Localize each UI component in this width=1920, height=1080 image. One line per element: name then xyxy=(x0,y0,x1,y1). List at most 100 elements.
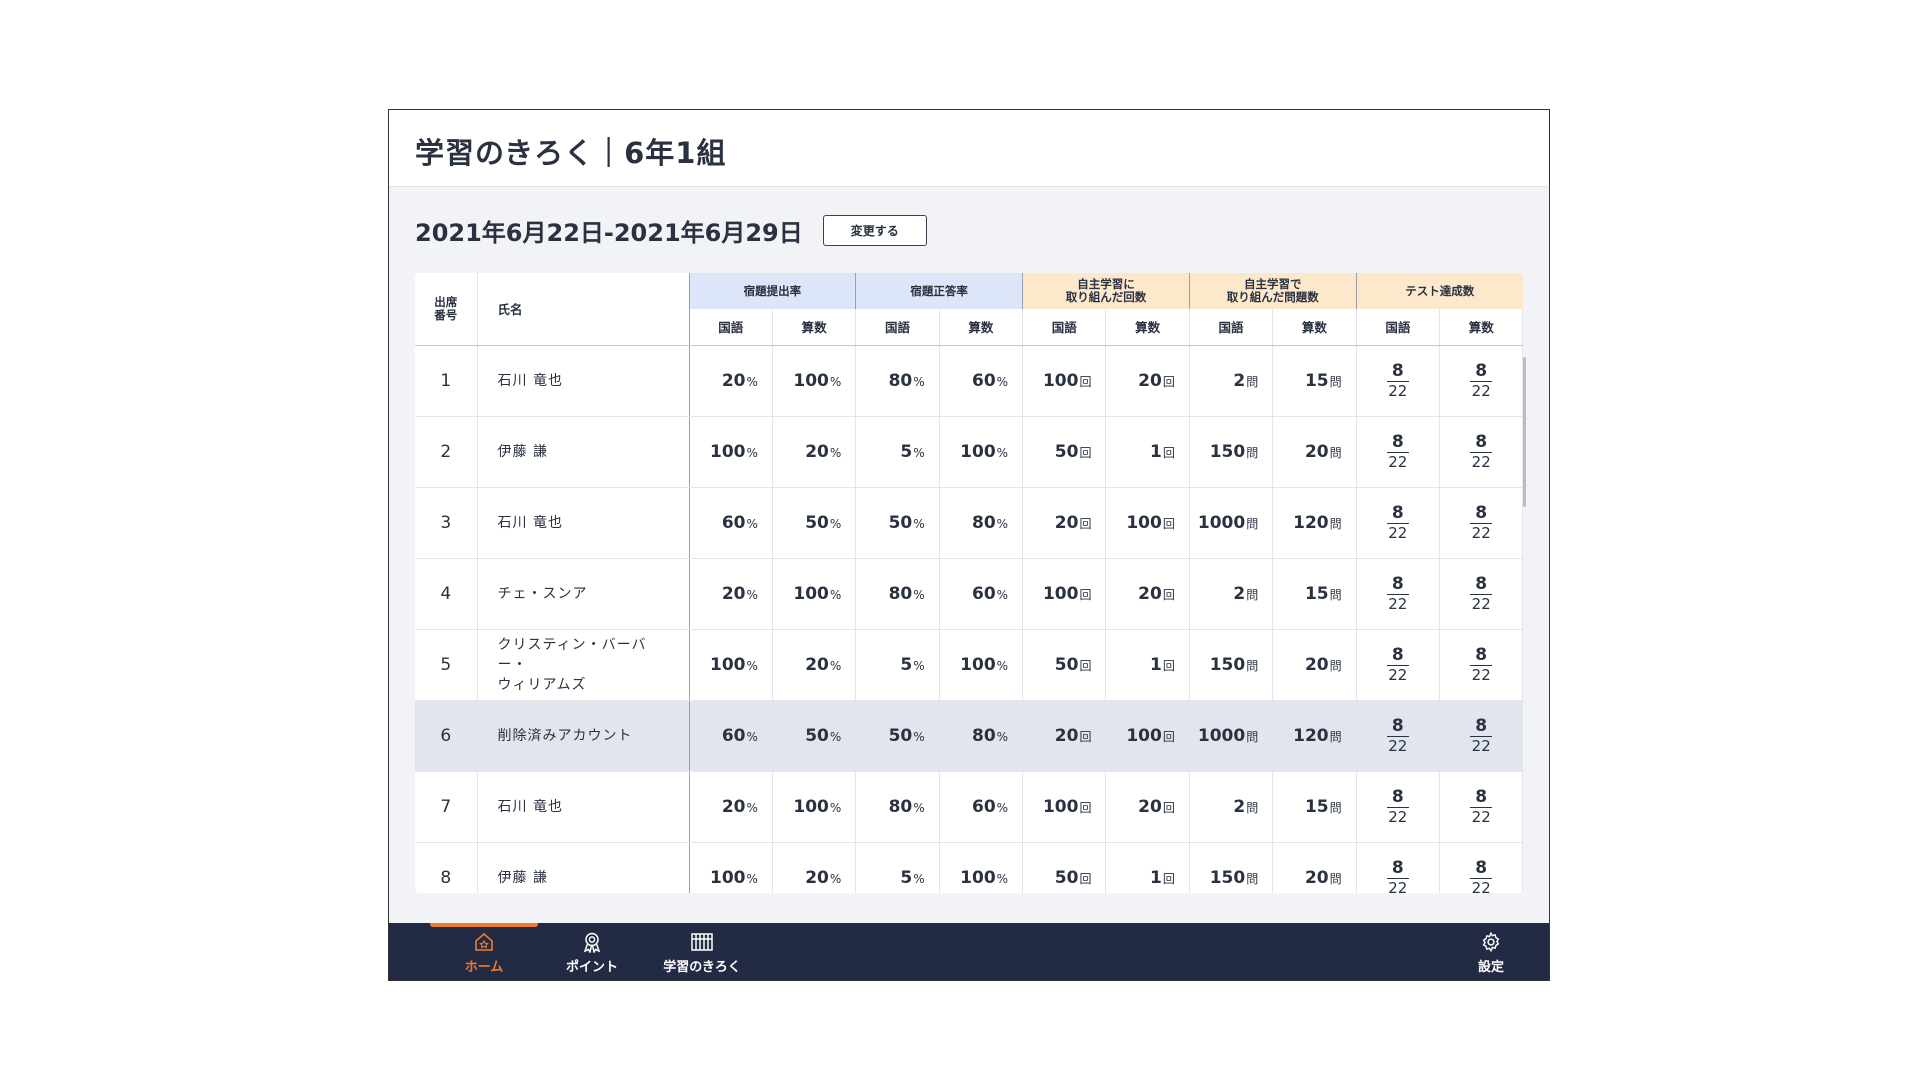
cell-unit: % xyxy=(996,587,1009,602)
table-row[interactable]: 2 伊藤 謙 100% 20% 5% 100% 50回 1回 150問 20問 8 22 8 22 xyxy=(415,416,1523,488)
cell-value: 20 xyxy=(805,654,829,675)
submission-rate-cell: 60% xyxy=(688,487,773,559)
cell-unit: % xyxy=(913,374,925,389)
cell-value: 1000 xyxy=(1197,725,1246,746)
nav-points[interactable]: ポイント xyxy=(538,923,646,980)
cell-unit: % xyxy=(996,729,1009,744)
correct-rate-cell: 80% xyxy=(855,558,940,630)
nav-settings[interactable]: 設定 xyxy=(1451,923,1531,980)
cell-value: 20 xyxy=(721,370,746,391)
cell-value: 15 xyxy=(1304,796,1329,817)
header-student-number-label: 出席 番号 xyxy=(434,294,458,322)
fraction-denominator: 22 xyxy=(1471,382,1491,401)
submission-rate-cell: 100% xyxy=(772,771,857,843)
nav-home[interactable]: ホーム xyxy=(430,923,538,980)
self-study-problems-cell: 20問 xyxy=(1272,416,1357,488)
cell-unit: 回 xyxy=(1079,729,1092,744)
correct-rate-cell: 60% xyxy=(939,771,1024,843)
student-number: 3 xyxy=(415,487,478,559)
student-name: クリスティン・バーバー・ ウィリアムズ xyxy=(477,629,690,701)
cell-value: 50 xyxy=(805,725,829,746)
test-achievement-cell: 8 22 xyxy=(1355,416,1441,488)
records-table-container[interactable]: 出席 番号 氏名 宿題提出率 宿題正答率 自主学習に 取り組んだ回数 自主学習で… xyxy=(415,273,1523,893)
nav-learning-records[interactable]: 学習のきろく xyxy=(646,923,758,980)
self-study-problems-cell: 120問 xyxy=(1272,700,1357,772)
cell-value: 60 xyxy=(721,512,746,533)
header-student-number: 出席 番号 xyxy=(415,273,478,346)
cell-value: 100 xyxy=(793,370,829,391)
table-row[interactable]: 1 石川 竜也 20% 100% 80% 60% 100回 20回 2問 15問 8 22 8 22 xyxy=(415,345,1523,417)
cell-unit: 問 xyxy=(1246,729,1259,744)
submission-rate-cell: 20% xyxy=(688,558,773,630)
fraction: 8 22 xyxy=(1386,504,1409,543)
cell-value: 150 xyxy=(1209,867,1246,888)
fraction: 8 22 xyxy=(1386,362,1409,401)
self-study-problems-cell: 120問 xyxy=(1272,487,1357,559)
submission-rate-cell: 20% xyxy=(688,771,773,843)
fraction-numerator: 8 xyxy=(1391,644,1404,665)
cell-unit: 回 xyxy=(1079,658,1092,673)
fraction-numerator: 8 xyxy=(1475,644,1488,665)
self-study-problems-cell: 1000問 xyxy=(1188,700,1274,772)
cell-value: 5 xyxy=(900,441,913,462)
cell-unit: % xyxy=(913,587,925,602)
cell-value: 20 xyxy=(1304,867,1329,888)
test-achievement-cell: 8 22 xyxy=(1439,558,1523,630)
bottom-navigation: ホーム ポイント 学習のきろく 設定 xyxy=(389,923,1549,980)
fraction-denominator: 22 xyxy=(1388,808,1408,827)
cell-unit: 問 xyxy=(1329,658,1342,673)
self-study-count-cell: 50回 xyxy=(1022,842,1107,893)
cell-unit: 回 xyxy=(1162,587,1175,602)
cell-unit: % xyxy=(996,445,1009,460)
date-range: 2021年6月22日-2021年6月29日 xyxy=(415,218,803,247)
fraction-denominator: 22 xyxy=(1471,879,1491,893)
cell-value: 100 xyxy=(1042,370,1079,391)
self-study-problems-cell: 150問 xyxy=(1188,842,1274,893)
header-group-submission-rate: 宿題提出率 xyxy=(688,273,856,309)
cell-unit: 回 xyxy=(1162,516,1175,531)
table-row[interactable]: 3 石川 竜也 60% 50% 50% 80% 20回 100回 1000問 120問 8 22 8 22 xyxy=(415,487,1523,559)
cell-value: 50 xyxy=(1054,867,1079,888)
table-row[interactable]: 5 クリスティン・バーバー・ ウィリアムズ 100% 20% 5% 100% 50回 1回 15… xyxy=(415,629,1523,701)
table-row[interactable]: 8 伊藤 謙 100% 20% 5% 100% 50回 1回 150問 20問 8 22 8 22 xyxy=(415,842,1523,893)
cell-unit: % xyxy=(829,374,842,389)
cell-unit: 問 xyxy=(1329,516,1342,531)
cell-unit: 問 xyxy=(1246,587,1259,602)
test-achievement-cell: 8 22 xyxy=(1355,771,1441,843)
test-achievement-cell: 8 22 xyxy=(1439,842,1523,893)
fraction: 8 22 xyxy=(1470,644,1493,685)
student-name: 伊藤 謙 xyxy=(477,416,690,488)
cell-unit: 問 xyxy=(1329,374,1342,389)
cell-unit: 回 xyxy=(1079,587,1092,602)
fraction-denominator: 22 xyxy=(1388,666,1408,685)
cell-value: 60 xyxy=(971,583,996,604)
student-number: 6 xyxy=(415,700,478,772)
test-achievement-cell: 8 22 xyxy=(1355,487,1441,559)
subheader-math: 算数 xyxy=(1439,309,1523,346)
self-study-count-cell: 50回 xyxy=(1022,416,1107,488)
table-row[interactable]: 7 石川 竜也 20% 100% 80% 60% 100回 20回 2問 15問 8 22 8 22 xyxy=(415,771,1523,843)
cell-value: 100 xyxy=(960,654,996,675)
cell-value: 50 xyxy=(888,725,913,746)
gear-icon xyxy=(1482,931,1500,952)
fraction-numerator: 8 xyxy=(1475,502,1488,523)
cell-unit: % xyxy=(829,800,842,815)
table-row[interactable]: 6 削除済みアカウント 60% 50% 50% 80% 20回 100回 1000問 120問 8 2… xyxy=(415,700,1523,772)
cell-unit: 回 xyxy=(1079,516,1092,531)
header-group-test-achievements: テスト達成数 xyxy=(1355,273,1523,309)
change-period-button[interactable]: 変更する xyxy=(822,214,927,246)
fraction: 8 22 xyxy=(1470,575,1493,614)
table-scrollbar[interactable] xyxy=(1523,357,1526,507)
page-title: 学習のきろく｜6年1組 xyxy=(415,136,727,170)
cell-unit: 回 xyxy=(1079,374,1092,389)
cell-value: 2 xyxy=(1233,796,1246,817)
student-name: 石川 竜也 xyxy=(477,345,690,417)
cell-value: 2 xyxy=(1233,370,1246,391)
self-study-count-cell: 100回 xyxy=(1105,487,1190,559)
submission-rate-cell: 50% xyxy=(772,487,857,559)
cell-value: 20 xyxy=(1304,441,1329,462)
cell-value: 20 xyxy=(1138,370,1162,391)
table-row[interactable]: 4 チェ・スンア 20% 100% 80% 60% 100回 20回 2問 15問 8 22 8 22 xyxy=(415,558,1523,630)
cell-value: 80 xyxy=(971,512,996,533)
correct-rate-cell: 80% xyxy=(855,345,940,417)
